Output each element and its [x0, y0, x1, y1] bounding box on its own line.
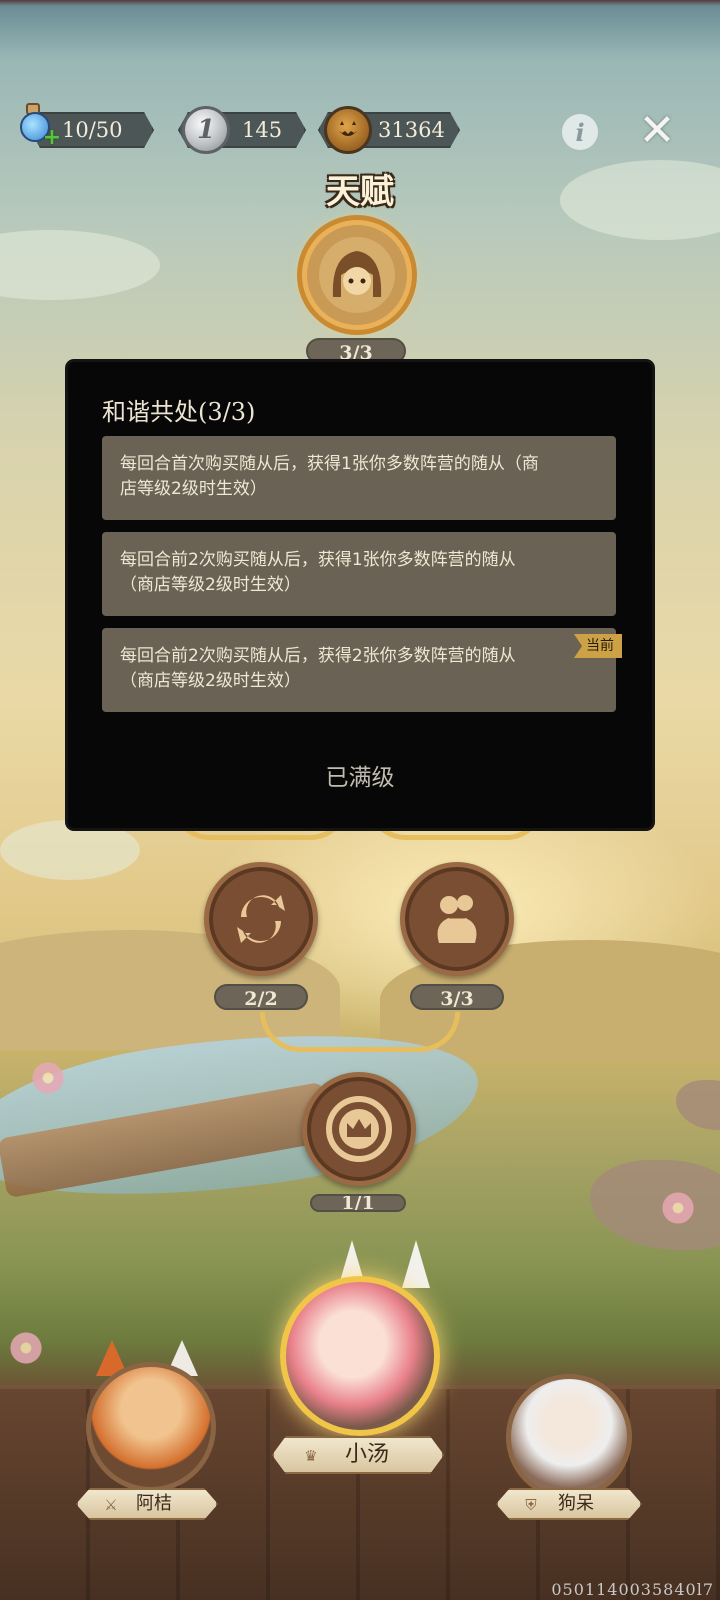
coin-symbol: 1 — [196, 115, 216, 145]
talent-node-crown[interactable] — [302, 1072, 416, 1186]
flower — [8, 1330, 44, 1366]
rock — [676, 1080, 720, 1130]
cloud — [0, 820, 140, 880]
refresh-icon — [237, 895, 285, 943]
shield-icon: ⛨ — [525, 1496, 537, 1514]
close-button[interactable]: ✕ — [636, 109, 678, 153]
character-nameplate-center[interactable]: ♛ 小汤 — [272, 1436, 444, 1474]
talent-detail-popup[interactable]: 和谐共处(3/3) 每回合首次购买随从后，获得1张你多数阵营的随从（商店等级2级… — [68, 362, 652, 828]
sword-icon: ⚔ — [104, 1496, 118, 1514]
talent-tier-2: 每回合前2次购买随从后，获得1张你多数阵营的随从（商店等级2级时生效） — [102, 532, 616, 616]
coin-value: 145 — [242, 118, 283, 142]
energy-value: 10/50 — [62, 118, 123, 142]
talent-count-crown: 1/1 — [310, 1194, 406, 1212]
character-nameplate-left[interactable]: ⚔ 阿桔 — [76, 1488, 218, 1520]
plus-icon: + — [42, 125, 62, 150]
info-button[interactable]: i — [562, 114, 598, 150]
popup-title: 和谐共处(3/3) — [102, 398, 256, 426]
close-icon: ✕ — [638, 105, 676, 156]
flower — [30, 1060, 66, 1096]
crown-icon — [326, 1096, 392, 1162]
character-portrait-left[interactable] — [86, 1362, 216, 1492]
character-portrait-center[interactable] — [280, 1276, 440, 1436]
money-bag-icon — [437, 895, 477, 943]
build-id: 0501140035840l7 — [551, 1580, 714, 1599]
silver-coin-icon: 1 — [182, 106, 230, 154]
crown-badge-icon: ♛ — [304, 1447, 318, 1465]
connector-bottom — [260, 1012, 460, 1052]
max-level-label: 已满级 — [325, 765, 395, 791]
pumpkin-value: 31364 — [378, 118, 445, 142]
talent-count-money-bag: 3/3 — [410, 984, 504, 1010]
page-title: 天赋 — [326, 172, 394, 212]
talent-node-money-bag[interactable] — [400, 862, 514, 976]
character-nameplate-right[interactable]: ⛨ 狗呆 — [496, 1488, 642, 1520]
talent-node-refresh[interactable] — [204, 862, 318, 976]
info-icon: i — [575, 117, 585, 147]
talent-tier-3: 每回合前2次购买随从后，获得2张你多数阵营的随从（商店等级2级时生效） — [102, 628, 616, 712]
character-name-right: 狗呆 — [558, 1493, 594, 1514]
pumpkin-face-icon — [339, 121, 357, 136]
talent-count-top: 3/3 — [306, 338, 406, 364]
talent-tier-1: 每回合首次购买随从后，获得1张你多数阵营的随从（商店等级2级时生效） — [102, 436, 616, 520]
ear-right — [402, 1240, 430, 1288]
girl-portrait-icon — [319, 237, 395, 313]
flower — [660, 1190, 696, 1226]
rock — [590, 1160, 720, 1250]
potion-icon[interactable]: + — [14, 100, 61, 150]
character-name-left: 阿桔 — [136, 1493, 172, 1514]
character-name-center: 小汤 — [344, 1442, 389, 1467]
talent-node-top[interactable] — [302, 220, 412, 330]
cloud — [0, 230, 160, 300]
pumpkin-icon — [324, 106, 372, 154]
character-portrait-right[interactable] — [506, 1374, 632, 1500]
talent-count-refresh: 2/2 — [214, 984, 308, 1010]
